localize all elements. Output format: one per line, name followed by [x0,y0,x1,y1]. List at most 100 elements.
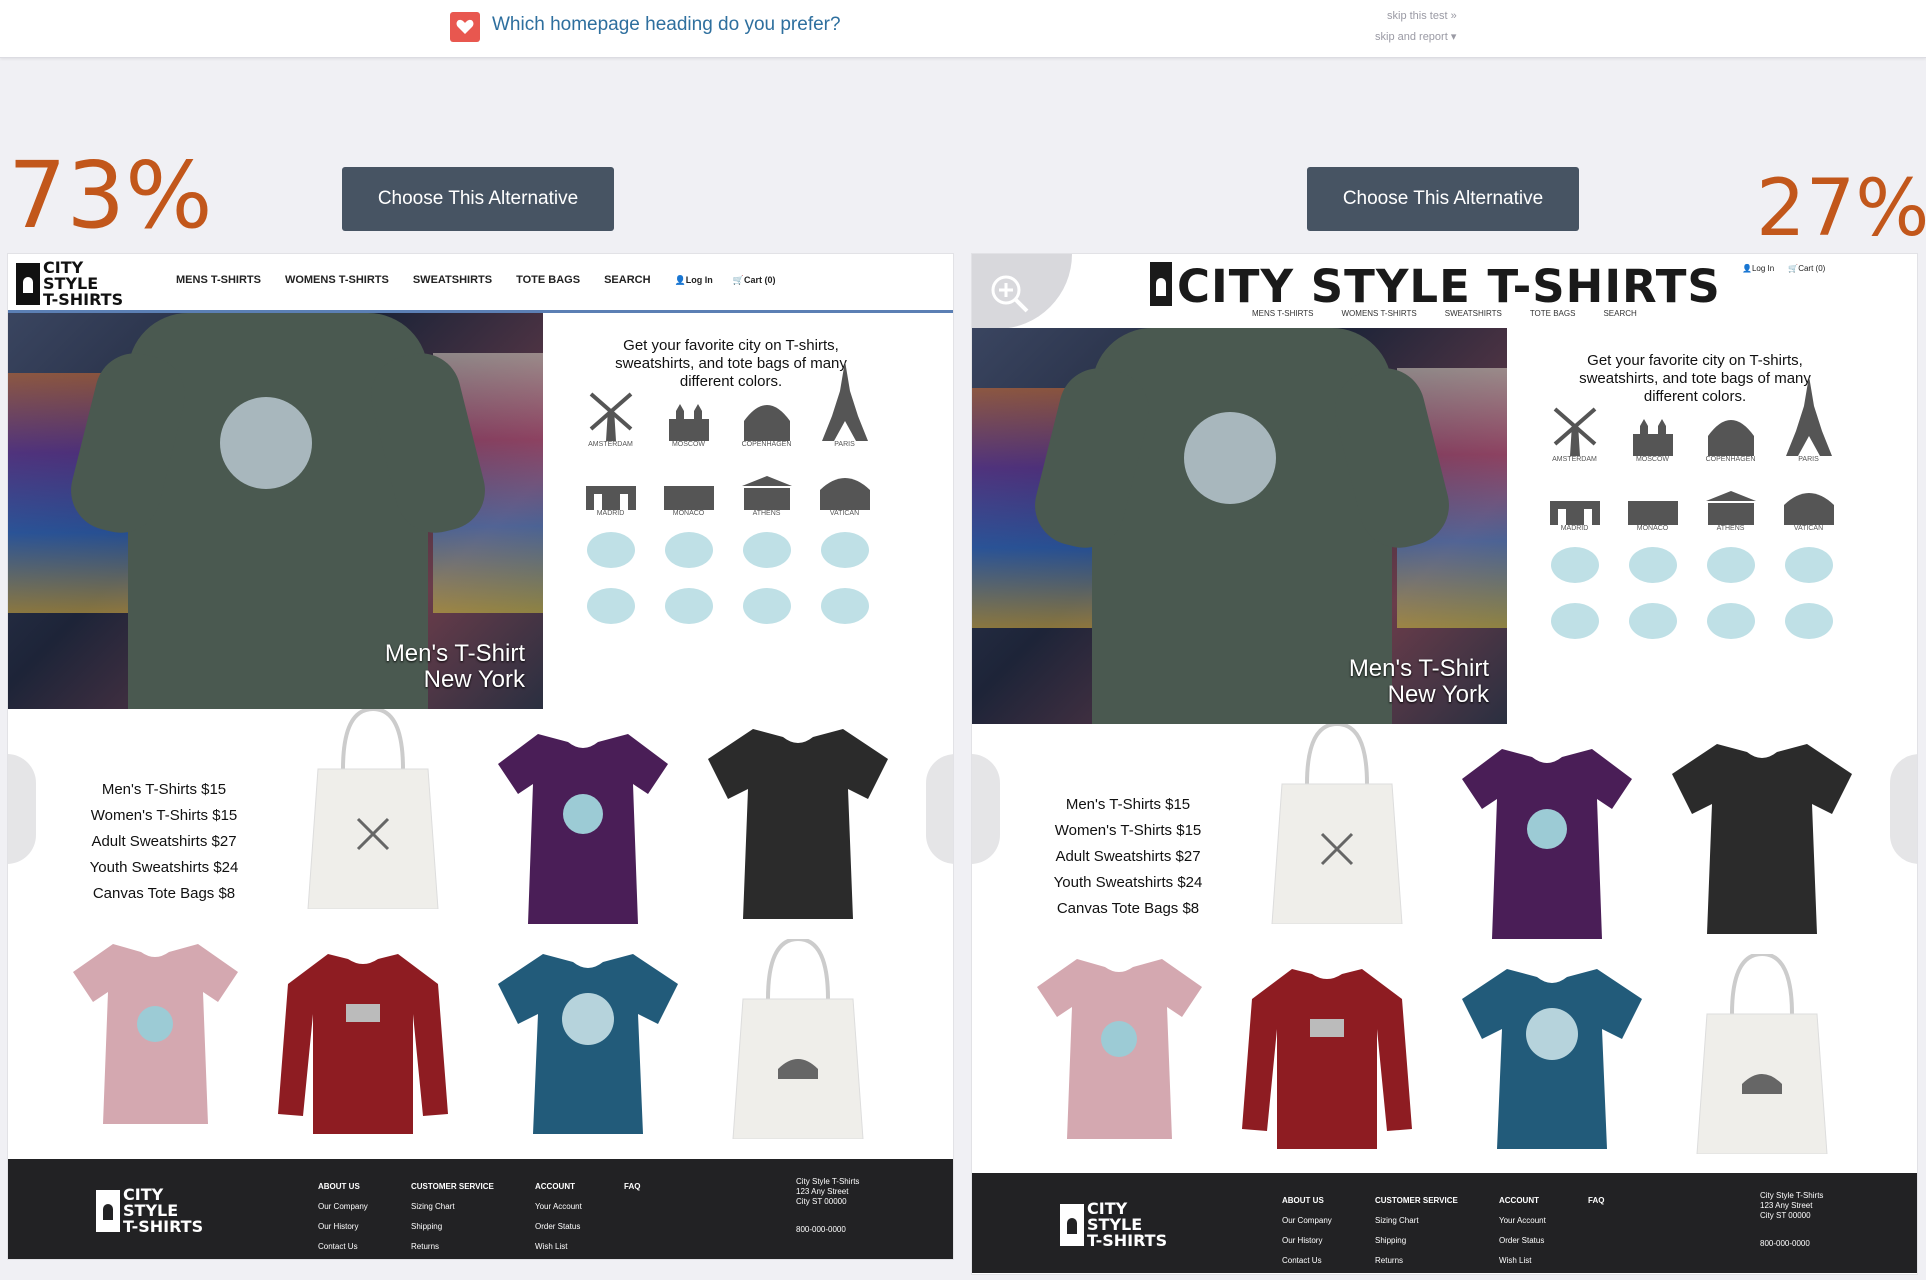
black-mens-tee[interactable] [708,729,888,919]
tote-bag-vatican[interactable] [1687,954,1837,1154]
footer-service: CUSTOMER SERVICE Sizing Chart Shipping R… [411,1177,494,1257]
footer-link[interactable]: Your Account [1499,1211,1546,1231]
nav-sweatshirts[interactable]: SWEATSHIRTS [1445,309,1502,318]
city-moscow[interactable]: MOSCOW [651,389,726,448]
site-header: CITY STYLE T-SHIRTS MENS T-SHIRTS WOMENS T… [8,254,953,313]
tote-bag-amsterdam[interactable] [1262,724,1412,924]
nav-mens[interactable]: MENS T-SHIRTS [176,274,261,286]
footer-link[interactable]: Our Company [1282,1211,1332,1231]
price-list: Men's T-Shirts $15 Women's T-Shirts $15 Ad… [89,781,239,902]
login-link[interactable]: 👤Log In [675,275,713,286]
city-monaco[interactable]: MONACO [1615,473,1690,532]
footer-link[interactable]: Order Status [1499,1231,1546,1251]
nav-tote-bags[interactable]: TOTE BAGS [516,274,580,286]
right-result-percent: 27% [1756,164,1926,254]
eiffel-sketch-icon [1545,598,1605,644]
footer-link[interactable]: Sizing Chart [1375,1211,1458,1231]
footer-faq[interactable]: FAQ [1588,1191,1604,1211]
carousel-next[interactable] [926,754,953,864]
city-paris[interactable]: PARIS [807,361,882,448]
footer-link[interactable]: Sizing Chart [411,1197,494,1217]
city-athens[interactable]: ATHENS [1693,473,1768,532]
nav-womens[interactable]: WOMENS T-SHIRTS [1342,309,1417,318]
city-amsterdam[interactable]: AMSTERDAM [1537,404,1612,463]
skip-and-report-link[interactable]: skip and report ▾ [1375,30,1456,43]
nav-search[interactable]: SEARCH [1603,309,1636,318]
city-paris[interactable]: PARIS [1771,376,1846,463]
footer-link[interactable]: Returns [411,1237,494,1257]
carousel-prev[interactable] [972,754,1000,864]
red-sweatshirt-athens[interactable] [278,944,448,1134]
purple-womens-tee[interactable] [1462,749,1632,939]
city-monaco[interactable]: MONACO [651,458,726,517]
fast-forward-icon: » [1450,10,1457,22]
city-copenhagen[interactable]: COPENHAGEN [1693,404,1768,463]
eiffel-tower-icon [1779,376,1839,456]
footer-link[interactable]: Shipping [1375,1231,1458,1251]
pink-womens-tee[interactable] [1037,959,1202,1139]
footer-service: CUSTOMER SERVICE Sizing Chart Shipping R… [1375,1191,1458,1271]
teal-mens-tee[interactable] [498,954,678,1134]
black-mens-tee[interactable] [1672,744,1852,934]
city-moscow[interactable]: MOSCOW [1615,404,1690,463]
site-footer: CITY STYLE T-SHIRTS ABOUT US Our Company O… [8,1159,953,1259]
purple-womens-tee[interactable] [498,734,668,924]
city-athens[interactable]: ATHENS [729,458,804,517]
skip-test-link[interactable]: skip this test » [1387,10,1457,22]
choose-left-button[interactable]: Choose This Alternative [342,167,614,231]
nav-search[interactable]: SEARCH [604,274,650,286]
nav-womens[interactable]: WOMENS T-SHIRTS [285,274,389,286]
cart-link[interactable]: 🛒Cart (0) [733,275,776,286]
footer-logo: CITY STYLE T-SHIRTS [1060,1201,1167,1249]
pink-womens-tee[interactable] [73,944,238,1124]
footer-link[interactable]: Order Status [535,1217,582,1237]
top-bar: Which homepage heading do you prefer? sk… [0,0,1926,58]
nav-tote-bags[interactable]: TOTE BAGS [1530,309,1576,318]
footer-link[interactable]: Returns [1375,1251,1458,1271]
footer-link[interactable]: Our Company [318,1197,368,1217]
hero-image: Men's T-Shirt New York [8,313,543,709]
cart-link[interactable]: 🛒Cart (0) [1788,264,1825,273]
city-vatican[interactable]: VATICAN [807,458,882,517]
statue-of-liberty-print [220,397,312,489]
footer-link[interactable]: Wish List [535,1237,582,1257]
red-sweatshirt-athens[interactable] [1242,959,1412,1149]
footer-link[interactable]: Our History [1282,1231,1332,1251]
nav-mens[interactable]: MENS T-SHIRTS [1252,309,1314,318]
heart-icon [450,12,480,42]
alternative-b-preview[interactable]: CITY STYLE T-SHIRTS 👤Log In 🛒Cart (0) ME… [971,253,1918,1275]
city-madrid[interactable]: MADRID [573,458,648,517]
kremlin-icon [659,389,719,441]
palace-icon [659,458,719,510]
login-link[interactable]: 👤Log In [1742,264,1774,273]
footer-link[interactable]: Your Account [535,1197,582,1217]
tote-bag-vatican[interactable] [723,939,873,1139]
left-result-percent: 73% [8,142,213,249]
alternative-a-preview[interactable]: CITY STYLE T-SHIRTS MENS T-SHIRTS WOMENS T… [7,253,954,1260]
opera-house-sketch-icon [1701,598,1761,644]
city-vatican[interactable]: VATICAN [1771,473,1846,532]
footer-account: ACCOUNT Your Account Order Status Wish L… [535,1177,582,1257]
tote-bag-amsterdam[interactable] [298,709,448,909]
footer-faq[interactable]: FAQ [624,1177,640,1197]
footer-link[interactable]: Contact Us [318,1237,368,1257]
nav-sweatshirts[interactable]: SWEATSHIRTS [413,274,492,286]
carousel-prev[interactable] [8,754,36,864]
zoom-button[interactable] [972,254,1072,329]
footer-link[interactable]: Contact Us [1282,1251,1332,1271]
sketch-4 [807,527,882,573]
city-amsterdam[interactable]: AMSTERDAM [573,389,648,448]
sketch-5 [1537,598,1612,644]
sketch-3 [729,527,804,573]
choose-right-button[interactable]: Choose This Alternative [1307,167,1579,231]
city-copenhagen[interactable]: COPENHAGEN [729,389,804,448]
city-madrid[interactable]: MADRID [1537,473,1612,532]
footer-about: ABOUT US Our Company Our History Contact… [1282,1191,1332,1271]
big-ben-sketch-icon [737,527,797,573]
carousel-next[interactable] [1890,754,1917,864]
footer-link[interactable]: Wish List [1499,1251,1546,1271]
footer-link[interactable]: Shipping [411,1217,494,1237]
footer-link[interactable]: Our History [318,1217,368,1237]
sketch-7 [729,583,804,629]
teal-mens-tee[interactable] [1462,969,1642,1149]
